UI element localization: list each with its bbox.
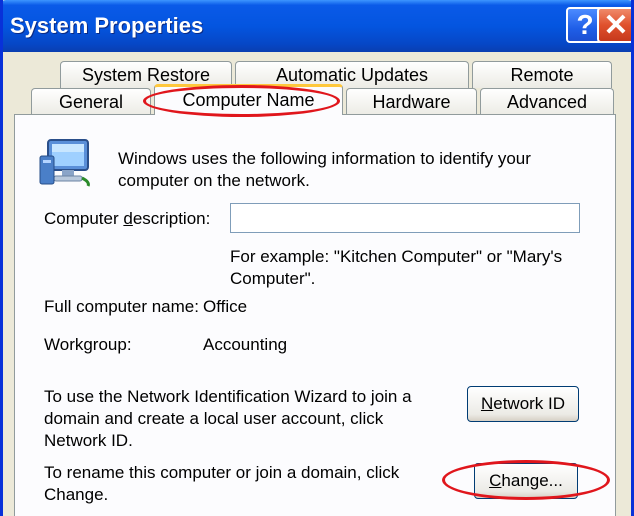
- rename-text: To rename this computer or join a domain…: [44, 463, 400, 504]
- tab-hardware[interactable]: Hardware: [346, 88, 477, 115]
- network-id-text: To use the Network Identification Wizard…: [44, 387, 412, 450]
- full-name-label: Full computer name:: [44, 297, 199, 316]
- tab-advanced[interactable]: Advanced: [480, 88, 614, 115]
- tab-general[interactable]: General: [31, 88, 151, 115]
- workgroup-value: Accounting: [203, 335, 288, 354]
- full-name-value: Office: [203, 297, 248, 316]
- computer-network-icon: [39, 139, 90, 187]
- tab-remote[interactable]: Remote: [472, 61, 612, 88]
- title-bar[interactable]: System Properties ? ✕: [3, 0, 631, 52]
- network-id-button[interactable]: Network ID: [467, 386, 579, 422]
- highlight-oval-change: [442, 460, 610, 500]
- workgroup-label: Workgroup:: [44, 335, 132, 354]
- window-title: System Properties: [10, 13, 204, 38]
- description-label: Computer description:: [44, 209, 211, 228]
- close-icon[interactable]: ✕: [597, 7, 631, 43]
- example-text: For example: "Kitchen Computer" or "Mary…: [230, 247, 563, 288]
- intro-text: Windows uses the following information t…: [118, 149, 531, 190]
- highlight-oval-computer-name: [143, 85, 340, 117]
- computer-description-input[interactable]: [230, 203, 580, 233]
